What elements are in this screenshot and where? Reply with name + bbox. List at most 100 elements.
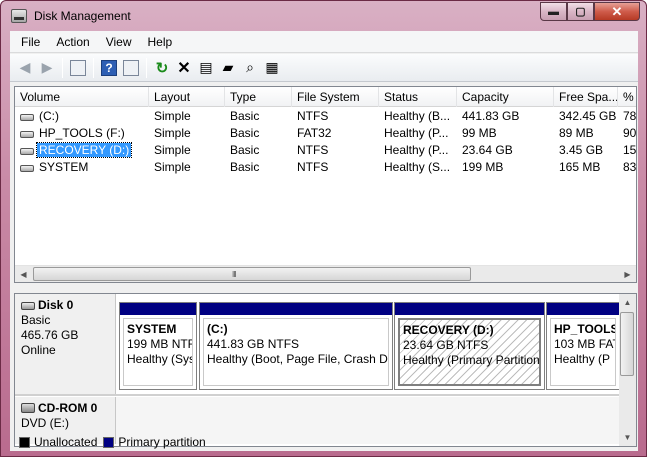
back-button[interactable]: ◀ <box>14 57 36 79</box>
close-button[interactable]: ✕ <box>594 2 640 21</box>
disk-list-icon <box>123 59 139 76</box>
graphical-disk-view[interactable]: Disk 0 Basic 465.76 GB Online SYSTEM 199… <box>14 293 637 447</box>
refresh-icon: ↻ <box>155 59 169 77</box>
fs-cell: FAT32 <box>297 126 332 140</box>
partition-recovery-selected[interactable]: RECOVERY (D:) 23.64 GB NTFS Healthy (Pri… <box>394 302 545 390</box>
capacity-cell: 441.83 GB <box>462 109 520 123</box>
partition-c[interactable]: (C:) 441.83 GB NTFS Healthy (Boot, Page … <box>199 302 393 390</box>
toolbar-separator <box>146 57 147 78</box>
volume-list[interactable]: Volume Layout Type File System Status Ca… <box>14 86 637 283</box>
scroll-up-button[interactable]: ▲ <box>619 294 636 311</box>
partition-name: (C:) <box>207 322 228 336</box>
volume-name: RECOVERY (D:) <box>35 142 133 158</box>
legend-label: Unallocated <box>34 435 98 449</box>
percent-free-cell: 90 <box>623 126 637 140</box>
table-row[interactable]: SYSTEM Simple Basic NTFS Healthy (S... 1… <box>15 159 637 176</box>
primary-partition-bar <box>547 303 619 315</box>
primary-partition-bar <box>395 303 544 315</box>
primary-partition-swatch-icon <box>103 436 115 448</box>
table-row[interactable]: HP_TOOLS (F:) Simple Basic FAT32 Healthy… <box>15 125 637 142</box>
type-cell: Basic <box>230 109 260 123</box>
vertical-scroll-thumb[interactable] <box>620 312 634 376</box>
table-row-selected[interactable]: RECOVERY (D:) Simple Basic NTFS Healthy … <box>15 142 636 159</box>
percent-free-cell: 83 <box>623 160 637 174</box>
primary-partition-bar <box>120 303 196 315</box>
menu-help[interactable]: Help <box>140 31 181 53</box>
scroll-up-icon: ▲ <box>623 298 632 307</box>
volume-cell: HP_TOOLS (F:) <box>15 125 149 142</box>
help-icon: ? <box>101 59 117 76</box>
rescan-button[interactable]: ▦ <box>261 57 283 79</box>
properties-button[interactable]: ▤ <box>195 57 217 79</box>
window-frame: Disk Management ▬ ▢ ✕ File Action View H… <box>0 0 647 457</box>
type-cell: Basic <box>230 126 260 140</box>
disk-0-label[interactable]: Disk 0 Basic 465.76 GB Online <box>15 294 116 394</box>
console-tree-button[interactable] <box>67 57 89 79</box>
disk-management-app-icon[interactable] <box>11 9 27 23</box>
scroll-grip-icon: III <box>232 270 237 279</box>
legend: Unallocated Primary partition <box>19 434 212 450</box>
maximize-button[interactable]: ▢ <box>567 2 594 21</box>
type-cell: Basic <box>230 143 260 157</box>
delete-button[interactable]: ✕ <box>173 57 195 79</box>
menu-bar: File Action View Help <box>10 31 638 53</box>
volume-cell: RECOVERY (D:) <box>15 142 149 159</box>
explore-button[interactable]: ⌕ <box>239 57 261 79</box>
layout-cell: Simple <box>154 126 191 140</box>
disk-name: Disk 0 <box>38 298 74 312</box>
layout-cell: Simple <box>154 160 191 174</box>
volume-cell: (C:) <box>15 108 149 125</box>
partition-size: 23.64 GB NTFS <box>403 338 489 352</box>
minimize-button[interactable]: ▬ <box>540 2 567 21</box>
scroll-left-button[interactable]: ◀ <box>15 266 32 282</box>
partition-body: RECOVERY (D:) 23.64 GB NTFS Healthy (Pri… <box>398 318 541 386</box>
cd-rom-icon <box>21 403 35 413</box>
scroll-down-button[interactable]: ▼ <box>619 429 636 446</box>
scroll-left-icon: ◀ <box>20 270 27 279</box>
refresh-button[interactable]: ↻ <box>151 57 173 79</box>
forward-button[interactable]: ▶ <box>36 57 58 79</box>
open-button[interactable]: ▰ <box>217 57 239 79</box>
column-header-type[interactable]: Type <box>225 87 292 107</box>
table-row[interactable]: (C:) Simple Basic NTFS Healthy (B... 441… <box>15 108 636 125</box>
toolbar-separator <box>62 57 63 78</box>
drive-icon <box>20 148 34 155</box>
column-header-file-system[interactable]: File System <box>292 87 379 107</box>
disk-type: Basic <box>21 313 51 327</box>
drive-icon <box>20 131 34 138</box>
drive-icon <box>20 114 34 121</box>
menu-action[interactable]: Action <box>48 31 97 53</box>
volume-name: (C:) <box>39 109 59 123</box>
disk-size: 465.76 GB <box>21 328 79 342</box>
partition-system[interactable]: SYSTEM 199 MB NTFS Healthy (Sys <box>119 302 197 390</box>
disk-list-button[interactable] <box>120 57 142 79</box>
horizontal-scroll-thumb[interactable]: III <box>33 267 471 281</box>
fs-cell: NTFS <box>297 109 329 123</box>
console-tree-icon <box>70 59 86 76</box>
column-header-percent-free[interactable]: % F <box>618 87 636 107</box>
column-header-capacity[interactable]: Capacity <box>457 87 554 107</box>
menu-view[interactable]: View <box>98 31 140 53</box>
volume-name: HP_TOOLS (F:) <box>39 126 125 140</box>
title-bar[interactable]: Disk Management ▬ ▢ ✕ <box>1 1 646 31</box>
horizontal-scrollbar[interactable]: ◀ III ▶ <box>15 265 636 282</box>
help-button[interactable]: ? <box>98 57 120 79</box>
partition-body: (C:) 441.83 GB NTFS Healthy (Boot, Page … <box>203 318 389 386</box>
layout-cell: Simple <box>154 109 191 123</box>
scroll-right-button[interactable]: ▶ <box>619 266 636 282</box>
status-cell: Healthy (B... <box>384 109 451 123</box>
column-header-volume[interactable]: Volume <box>15 87 149 107</box>
partition-status: Healthy (Boot, Page File, Crash Du <box>207 352 389 366</box>
status-cell: Healthy (P... <box>384 143 449 157</box>
menu-file[interactable]: File <box>10 31 48 53</box>
status-cell: Healthy (S... <box>384 160 451 174</box>
client-area: File Action View Help ◀ ▶ ? ↻ ✕ ▤ ▰ ⌕ ▦ … <box>10 31 638 451</box>
column-header-layout[interactable]: Layout <box>149 87 225 107</box>
drive-icon <box>20 165 34 172</box>
partition-hp-tools[interactable]: HP_TOOLS 103 MB FAT Healthy (P <box>546 302 620 390</box>
column-header-free-space[interactable]: Free Spa... <box>554 87 618 107</box>
vertical-scrollbar[interactable]: ▲ ▼ <box>619 294 636 446</box>
rescan-icon: ▦ <box>265 59 279 75</box>
fs-cell: NTFS <box>297 143 329 157</box>
column-header-status[interactable]: Status <box>379 87 457 107</box>
